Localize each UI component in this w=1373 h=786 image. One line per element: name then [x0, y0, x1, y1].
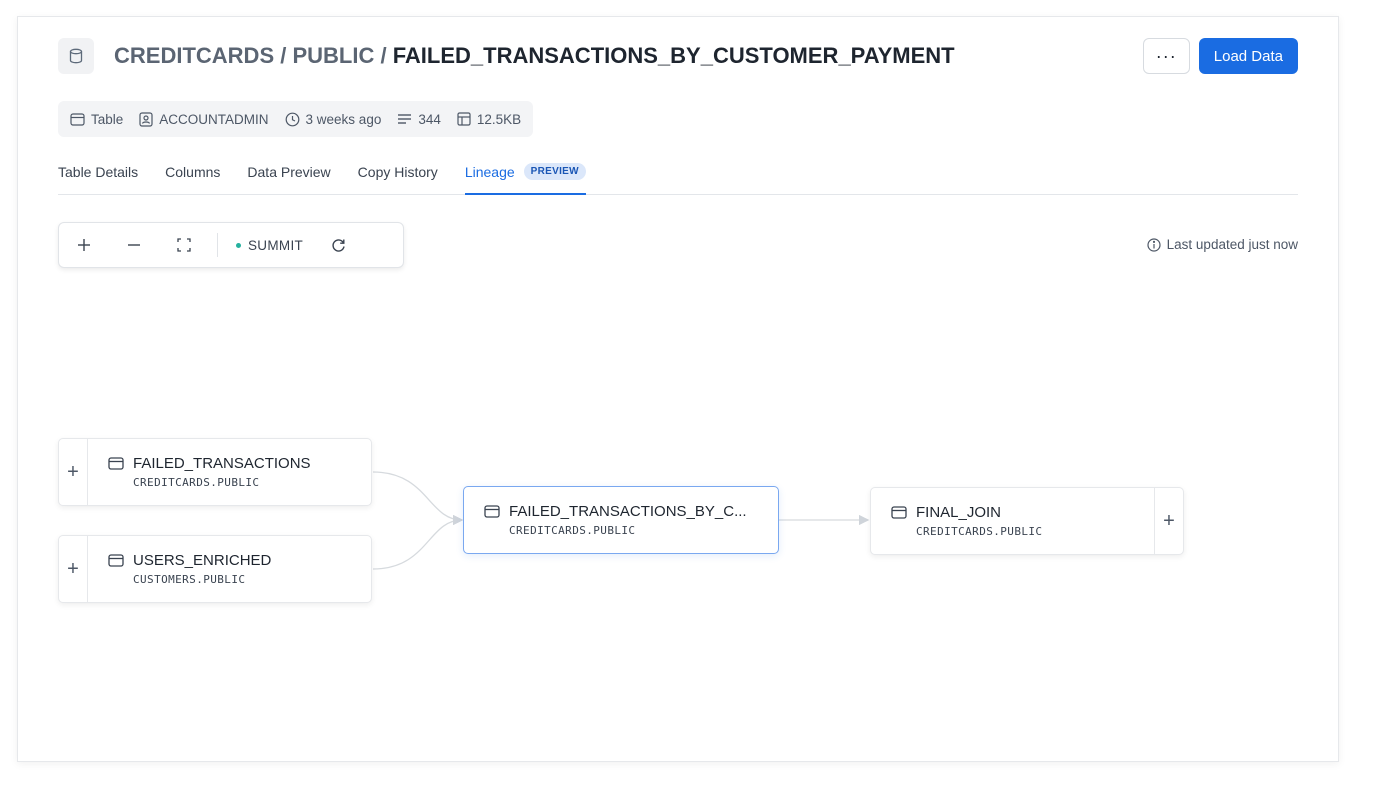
table-icon: [108, 554, 124, 567]
tab-bar: Table Details Columns Data Preview Copy …: [58, 155, 1298, 195]
fit-screen-icon: [177, 238, 191, 252]
expand-upstream-button[interactable]: +: [59, 439, 88, 505]
table-detail-panel: CREDITCARDS / PUBLIC / FAILED_TRANSACTIO…: [17, 16, 1339, 762]
user-badge-icon: [139, 111, 153, 127]
minus-icon: [128, 244, 140, 246]
last-updated-status: Last updated just now: [1147, 237, 1298, 252]
toolbar-divider: [217, 233, 218, 257]
refresh-button[interactable]: [313, 223, 363, 267]
node-title: USERS_ENRICHED: [108, 552, 371, 569]
database-icon: [58, 38, 94, 74]
table-icon: [108, 457, 124, 470]
meta-size: 12.5KB: [457, 112, 521, 127]
node-schema: CREDITCARDS.PUBLIC: [133, 476, 260, 489]
tab-lineage[interactable]: Lineage PREVIEW: [464, 155, 586, 195]
expand-upstream-button[interactable]: +: [59, 536, 88, 602]
page-header: CREDITCARDS / PUBLIC / FAILED_TRANSACTIO…: [58, 37, 1298, 75]
storage-icon: [457, 112, 471, 126]
meta-updated: 3 weeks ago: [285, 111, 382, 127]
meta-owner: ACCOUNTADMIN: [139, 111, 269, 127]
warehouse-label: SUMMIT: [248, 237, 304, 253]
table-icon: [484, 505, 500, 518]
node-title: FAILED_TRANSACTIONS_BY_C...: [484, 503, 778, 520]
warehouse-selector[interactable]: SUMMIT: [226, 238, 313, 253]
last-updated-label: Last updated just now: [1166, 237, 1298, 252]
node-schema: CUSTOMERS.PUBLIC: [133, 573, 246, 586]
node-schema: CREDITCARDS.PUBLIC: [509, 524, 636, 537]
meta-updated-label: 3 weeks ago: [305, 111, 382, 127]
node-body[interactable]: USERS_ENRICHED CUSTOMERS.PUBLIC: [88, 536, 371, 602]
node-name: FAILED_TRANSACTIONS: [133, 455, 311, 472]
meta-type: Table: [70, 112, 123, 127]
refresh-icon: [331, 238, 345, 252]
lineage-node-final-join: FINAL_JOIN CREDITCARDS.PUBLIC +: [870, 487, 1184, 555]
node-schema: CREDITCARDS.PUBLIC: [916, 525, 1043, 538]
edge-failed-transactions: [372, 471, 464, 526]
table-icon: [891, 506, 907, 519]
node-body[interactable]: FAILED_TRANSACTIONS_BY_C... CREDITCARDS.…: [464, 487, 778, 553]
zoom-out-button[interactable]: [109, 223, 159, 267]
table-metadata-bar: Table ACCOUNTADMIN 3 weeks ago 344 12.5K…: [58, 101, 534, 137]
page-title: CREDITCARDS / PUBLIC / FAILED_TRANSACTIO…: [114, 43, 955, 69]
plus-icon: [78, 239, 90, 251]
expand-downstream-button[interactable]: +: [1154, 488, 1183, 554]
tab-label: Data Preview: [247, 164, 331, 180]
preview-badge: PREVIEW: [523, 163, 586, 180]
node-name: FINAL_JOIN: [916, 504, 1002, 521]
node-title: FAILED_TRANSACTIONS: [108, 455, 371, 472]
node-body[interactable]: FAILED_TRANSACTIONS CREDITCARDS.PUBLIC: [88, 439, 371, 505]
lineage-node-users-enriched: + USERS_ENRICHED CUSTOMERS.PUBLIC: [58, 535, 372, 603]
tab-data-preview[interactable]: Data Preview: [247, 155, 330, 195]
clock-icon: [285, 112, 299, 126]
node-title: FINAL_JOIN: [891, 504, 1154, 521]
node-name: USERS_ENRICHED: [133, 552, 272, 569]
meta-type-label: Table: [91, 111, 124, 127]
tab-label: Lineage: [464, 164, 515, 180]
more-options-button[interactable]: ···: [1142, 38, 1190, 74]
zoom-in-button[interactable]: [59, 223, 109, 267]
meta-owner-label: ACCOUNTADMIN: [159, 111, 269, 127]
load-data-button[interactable]: Load Data: [1198, 38, 1298, 74]
title-table-name: FAILED_TRANSACTIONS_BY_CUSTOMER_PAYMENT: [392, 43, 955, 68]
fit-view-button[interactable]: [159, 223, 209, 267]
tab-label: Columns: [165, 164, 221, 180]
header-actions: ··· Load Data: [1142, 38, 1298, 74]
meta-rows: 344: [397, 112, 441, 127]
node-body[interactable]: FINAL_JOIN CREDITCARDS.PUBLIC: [871, 488, 1154, 554]
lineage-node-failed-transactions: + FAILED_TRANSACTIONS CREDITCARDS.PUBLIC: [58, 438, 372, 506]
lineage-toolbar: SUMMIT: [58, 222, 404, 268]
rows-icon: [398, 114, 412, 124]
status-dot: [236, 242, 241, 248]
title-breadcrumb: CREDITCARDS / PUBLIC /: [114, 43, 393, 68]
node-name: FAILED_TRANSACTIONS_BY_C...: [509, 503, 747, 520]
meta-size-label: 12.5KB: [476, 111, 522, 127]
tab-copy-history[interactable]: Copy History: [358, 155, 438, 195]
edge-users-enriched: [372, 514, 464, 570]
table-icon: [70, 112, 85, 126]
tab-label: Copy History: [357, 164, 438, 180]
lineage-node-current-table: FAILED_TRANSACTIONS_BY_C... CREDITCARDS.…: [463, 486, 779, 554]
meta-rows-label: 344: [418, 111, 441, 127]
tab-columns[interactable]: Columns: [165, 155, 220, 195]
info-icon: [1147, 237, 1161, 252]
tab-table-details[interactable]: Table Details: [58, 155, 138, 195]
tab-label: Table Details: [58, 164, 139, 180]
